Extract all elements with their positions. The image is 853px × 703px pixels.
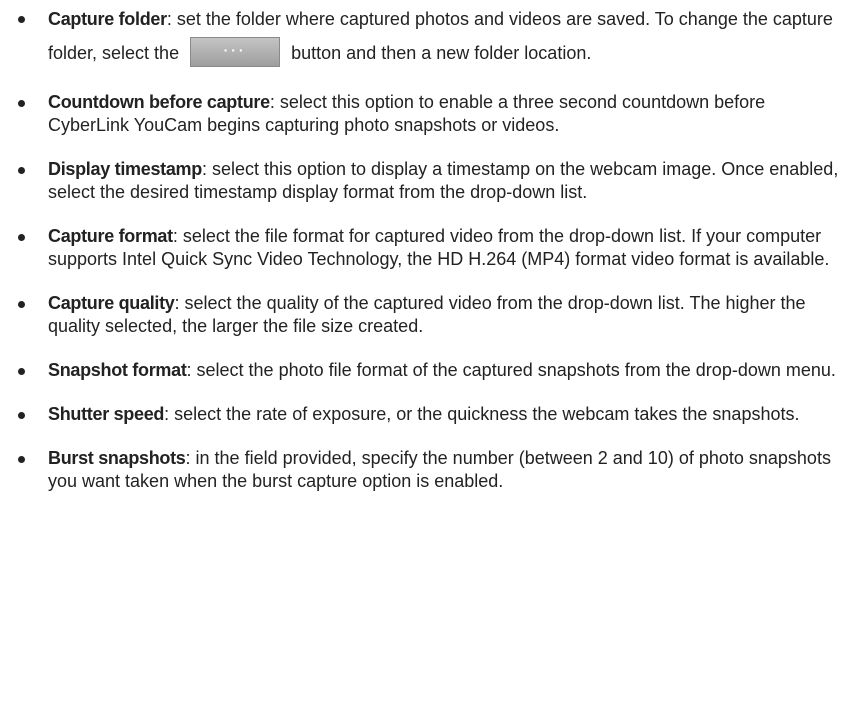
item-term: Burst snapshots xyxy=(48,448,186,468)
list-item-snapshot-format: Snapshot format: select the photo file f… xyxy=(0,359,839,382)
item-text: : select the photo file format of the ca… xyxy=(186,360,836,380)
item-term: Display timestamp xyxy=(48,159,202,179)
bullet-icon xyxy=(18,16,25,23)
browse-folder-button: ··· xyxy=(190,37,281,68)
item-term: Capture format xyxy=(48,226,173,246)
list-item-burst-snapshots: Burst snapshots: in the field provided, … xyxy=(0,447,839,493)
list-item-display-timestamp: Display timestamp: select this option to… xyxy=(0,158,839,204)
settings-list: Capture folder: set the folder where cap… xyxy=(0,2,839,493)
item-term: Shutter speed xyxy=(48,404,165,424)
item-term: Capture quality xyxy=(48,293,175,313)
list-item-capture-folder: Capture folder: set the folder where cap… xyxy=(0,2,839,70)
document-page: Capture folder: set the folder where cap… xyxy=(0,0,853,703)
bullet-icon xyxy=(18,301,25,308)
list-item-countdown: Countdown before capture: select this op… xyxy=(0,91,839,137)
bullet-icon xyxy=(18,412,25,419)
bullet-icon xyxy=(18,100,25,107)
list-item-capture-format: Capture format: select the file format f… xyxy=(0,225,839,271)
bullet-icon xyxy=(18,368,25,375)
item-term: Snapshot format xyxy=(48,360,187,380)
item-term: Countdown before capture xyxy=(48,92,270,112)
bullet-icon xyxy=(18,234,25,241)
bullet-icon xyxy=(18,456,25,463)
list-item-shutter-speed: Shutter speed: select the rate of exposu… xyxy=(0,403,839,426)
list-item-capture-quality: Capture quality: select the quality of t… xyxy=(0,292,839,338)
item-text-continued: button and then a new folder location. xyxy=(291,43,592,63)
bullet-icon xyxy=(18,167,25,174)
item-text: : select the rate of exposure, or the qu… xyxy=(164,404,800,424)
item-term: Capture folder xyxy=(48,9,167,29)
